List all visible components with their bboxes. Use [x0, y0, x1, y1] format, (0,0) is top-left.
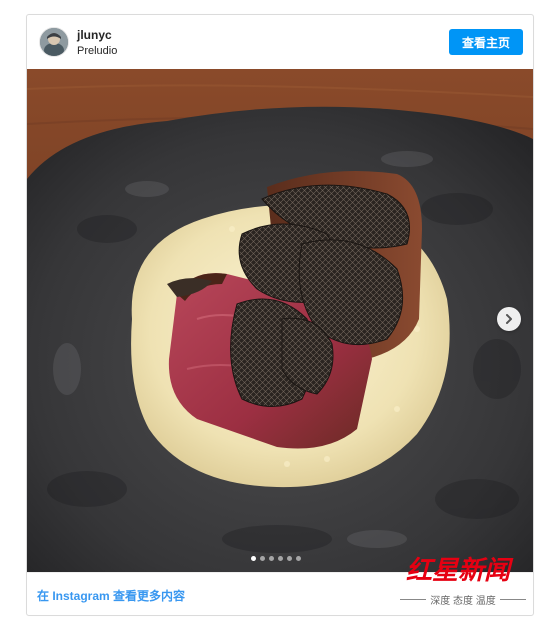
- carousel-dot: [251, 556, 256, 561]
- food-photo: [27, 69, 533, 572]
- divider: [499, 599, 526, 600]
- watermark-logo: 红星新闻: [406, 556, 511, 586]
- next-slide-button[interactable]: [497, 307, 521, 331]
- watermark-tagline-text: 深度 态度 温度: [430, 596, 496, 607]
- carousel-dot: [287, 556, 292, 561]
- username[interactable]: jlunyc: [77, 28, 112, 42]
- instagram-post-card: jlunyc Preludio 查看主页 在 Instagram 查看更多内容: [26, 14, 534, 616]
- avatar[interactable]: [39, 27, 69, 57]
- post-header: jlunyc Preludio 查看主页: [27, 15, 533, 70]
- avatar-image: [40, 28, 68, 56]
- chevron-right-icon: [506, 314, 512, 324]
- carousel-dot: [269, 556, 274, 561]
- divider: [400, 599, 427, 600]
- watermark: 红星新闻 深度 态度 温度: [400, 554, 530, 609]
- view-more-on-instagram-link[interactable]: 在 Instagram 查看更多内容: [37, 587, 185, 604]
- carousel-indicator: [251, 556, 301, 561]
- carousel-dot: [278, 556, 283, 561]
- watermark-tagline: 深度 态度 温度: [400, 592, 526, 607]
- embed-frame: jlunyc Preludio 查看主页 在 Instagram 查看更多内容 …: [0, 0, 550, 637]
- view-profile-button[interactable]: 查看主页: [449, 29, 523, 55]
- carousel-dot: [260, 556, 265, 561]
- carousel-dot: [296, 556, 301, 561]
- location[interactable]: Preludio: [77, 45, 117, 57]
- post-image[interactable]: [27, 69, 533, 572]
